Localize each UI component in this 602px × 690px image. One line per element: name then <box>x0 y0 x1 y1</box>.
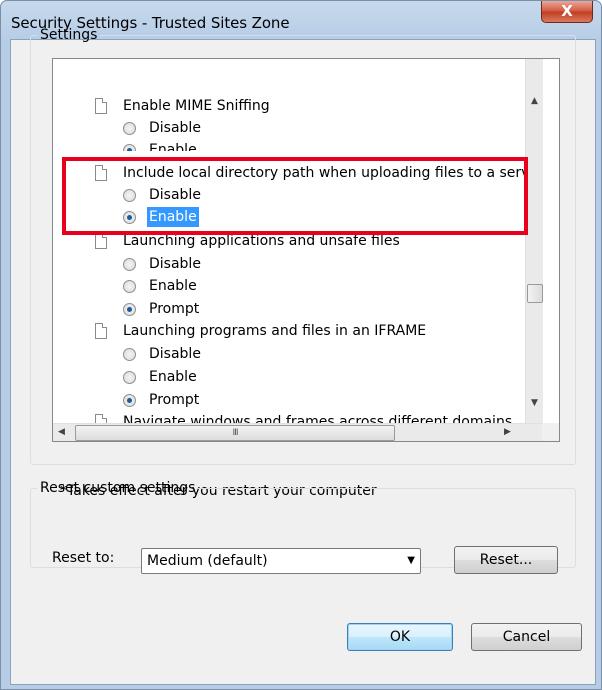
option-row[interactable]: Enable <box>53 366 525 388</box>
option-label: Disable <box>149 346 201 362</box>
setting-page-icon <box>95 98 107 114</box>
scroll-right-arrow[interactable]: ▶ <box>499 424 516 441</box>
scroll-left-arrow[interactable]: ◀ <box>53 424 70 441</box>
option-row[interactable]: Enable <box>53 275 525 297</box>
radio-enable[interactable] <box>123 371 136 384</box>
radio-enable[interactable] <box>123 211 136 224</box>
option-row[interactable]: Prompt <box>53 298 525 320</box>
setting-label: Navigate windows and frames across diffe… <box>123 414 513 423</box>
close-button[interactable]: X <box>541 1 593 23</box>
setting-page-icon <box>95 233 107 249</box>
option-label: Enable <box>149 369 197 385</box>
setting-page-icon <box>95 414 107 423</box>
vertical-scrollbar[interactable]: ▲ ▼ <box>525 59 543 423</box>
radio-enable[interactable] <box>123 144 136 151</box>
setting-page-icon <box>95 323 107 339</box>
setting-header-launching-applications[interactable]: Launching applications and unsafe files <box>53 230 525 252</box>
radio-disable[interactable] <box>123 258 136 271</box>
settings-tree[interactable]: Enable MIME Sniffing Disable Enable Incl… <box>52 58 560 442</box>
radio-enable[interactable] <box>123 280 136 293</box>
option-row[interactable]: Disable <box>53 253 525 275</box>
radio-prompt[interactable] <box>123 303 136 316</box>
option-label: Disable <box>149 187 201 203</box>
settings-list: Enable MIME Sniffing Disable Enable Incl… <box>53 59 525 423</box>
settings-legend: Settings <box>40 27 98 43</box>
ok-button[interactable]: OK <box>347 623 453 651</box>
chevron-down-icon[interactable]: ▼ <box>407 549 415 573</box>
option-label-selected: Enable <box>147 207 199 227</box>
reset-level-dropdown[interactable]: Medium (default) ▼ <box>141 548 421 574</box>
reset-level-value: Medium (default) <box>147 553 268 569</box>
horizontal-scrollbar[interactable]: ◀ III ▶ <box>53 423 542 441</box>
horizontal-scroll-thumb[interactable]: III <box>75 425 395 441</box>
reset-to-label: Reset to: <box>52 550 115 566</box>
radio-disable[interactable] <box>123 122 136 135</box>
setting-label: Launching programs and files in an IFRAM… <box>123 323 427 339</box>
option-row[interactable]: Disable <box>53 343 525 365</box>
radio-disable[interactable] <box>123 348 136 361</box>
setting-label: Include local directory path when upload… <box>123 165 525 181</box>
setting-header-launching-programs-iframe[interactable]: Launching programs and files in an IFRAM… <box>53 320 525 342</box>
option-label: Disable <box>149 256 201 272</box>
radio-prompt[interactable] <box>123 394 136 407</box>
setting-header-mime-sniffing[interactable]: Enable MIME Sniffing <box>53 95 525 117</box>
reset-button[interactable]: Reset... <box>454 546 558 574</box>
option-label: Enable <box>149 142 197 151</box>
setting-header-navigate-windows-frames[interactable]: Navigate windows and frames across diffe… <box>53 411 525 423</box>
setting-label: Enable MIME Sniffing <box>123 98 270 114</box>
setting-header-local-directory-path[interactable]: Include local directory path when upload… <box>53 162 525 184</box>
option-row[interactable]: Enable <box>53 206 525 228</box>
cancel-button[interactable]: Cancel <box>471 623 582 651</box>
scroll-down-arrow[interactable]: ▼ <box>526 395 543 412</box>
option-label: Prompt <box>149 301 200 317</box>
scroll-up-arrow[interactable]: ▲ <box>526 93 543 110</box>
option-label: Enable <box>149 278 197 294</box>
option-row[interactable]: Disable <box>53 117 525 139</box>
scrollbar-corner <box>542 423 559 441</box>
option-row[interactable]: Enable <box>53 139 525 151</box>
option-row[interactable]: Disable <box>53 184 525 206</box>
option-label: Disable <box>149 120 201 136</box>
vertical-scroll-thumb[interactable] <box>527 284 543 303</box>
reset-legend: Reset custom settings <box>40 480 196 496</box>
setting-label: Launching applications and unsafe files <box>123 233 400 249</box>
radio-disable[interactable] <box>123 189 136 202</box>
option-label: Prompt <box>149 392 200 408</box>
setting-page-icon <box>95 165 107 181</box>
option-row[interactable]: Prompt <box>53 389 525 411</box>
